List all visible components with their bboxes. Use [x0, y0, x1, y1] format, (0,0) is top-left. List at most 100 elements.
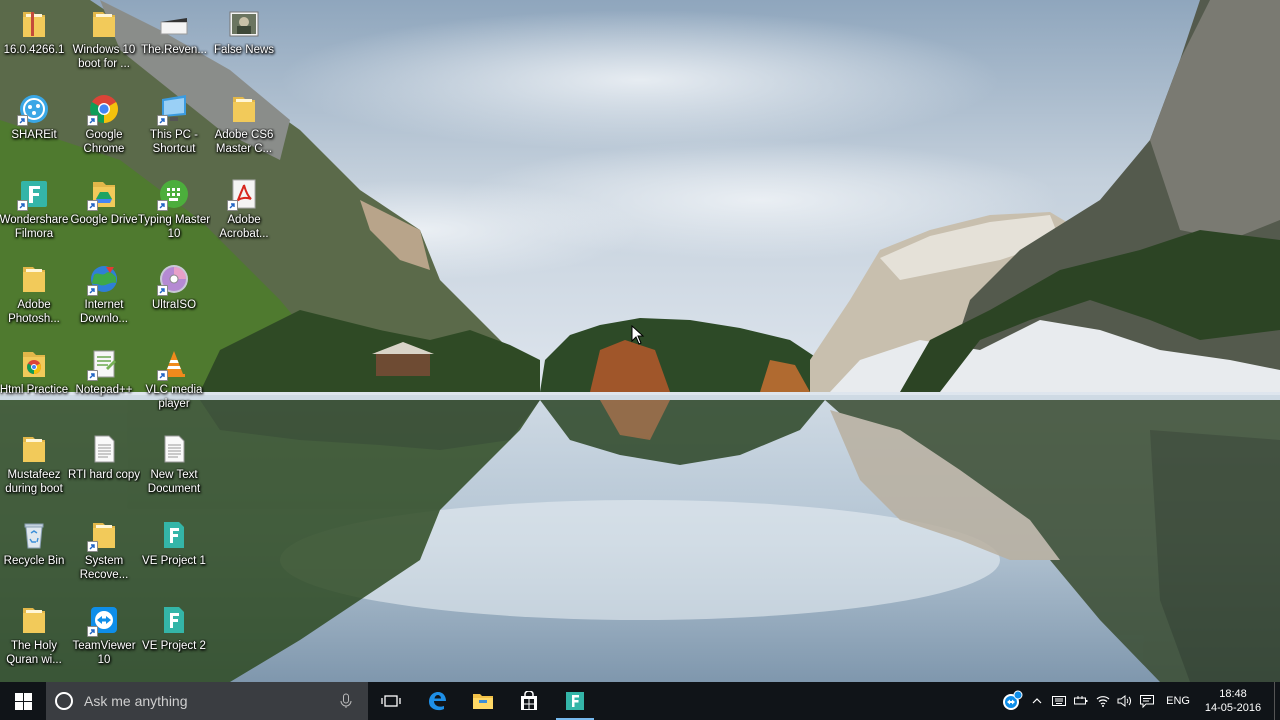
desktop-icon-shareit[interactable]: SHAREit: [0, 90, 69, 166]
action-center-button[interactable]: [1136, 682, 1158, 720]
shortcut-arrow-icon: [87, 626, 98, 637]
store-icon: [521, 691, 537, 710]
desktop-icon-adobe-photoshop[interactable]: Adobe Photosh...: [0, 260, 69, 336]
shortcut-arrow-icon: [87, 541, 98, 552]
desktop-icon-ve-project-1[interactable]: VE Project 1: [139, 516, 209, 592]
recycle-bin-icon: [18, 519, 50, 551]
folder-icon: [88, 8, 120, 40]
desktop-icon-this-pc[interactable]: This PC - Shortcut: [139, 90, 209, 166]
desktop-icon-the-holy-quran[interactable]: The Holy Quran wi...: [0, 601, 69, 677]
desktop-icon-typing-master[interactable]: Typing Master 10: [138, 175, 210, 251]
desktop-icon-ultraiso[interactable]: UltraISO: [139, 260, 209, 336]
shortcut-arrow-icon: [87, 285, 98, 296]
cortana-icon: [55, 692, 73, 710]
desktop-icon-notepad-plus-plus[interactable]: Notepad++: [69, 345, 139, 421]
taskbar: Ask me anything ENG 18:48 14-05-2016: [0, 682, 1280, 720]
desktop-icon-html-practice[interactable]: Html Practice: [0, 345, 69, 421]
folder-icon: [18, 604, 50, 636]
microphone-icon[interactable]: [338, 693, 354, 709]
vlc-cone-icon: [157, 348, 190, 381]
desktop-icon-vlc[interactable]: VLC media player: [139, 345, 209, 421]
task-view-button[interactable]: [368, 682, 414, 720]
desktop-icon-16-0-4266-1[interactable]: 16.0.4266.1: [0, 5, 69, 81]
shortcut-arrow-icon: [157, 370, 168, 381]
mouse-cursor-icon: [631, 324, 645, 345]
chrome-icon: [87, 93, 120, 126]
shareit-icon: [17, 93, 50, 126]
start-button[interactable]: [0, 682, 46, 720]
task-view-icon: [381, 695, 401, 707]
wifi-icon: [1096, 696, 1110, 707]
cortana-search-box[interactable]: Ask me anything: [46, 682, 368, 720]
chevron-up-icon: [1032, 698, 1042, 704]
show-hidden-icons-button[interactable]: [1026, 682, 1048, 720]
shortcut-arrow-icon: [17, 200, 28, 211]
battery-tray-button[interactable]: [1070, 682, 1092, 720]
desktop-icon-false-news[interactable]: False News: [209, 5, 279, 81]
teamviewer-tray-icon: [1003, 690, 1023, 710]
computer-icon: [157, 93, 190, 126]
desktop-icon-internet-download-manager[interactable]: Internet Downlo...: [69, 260, 139, 336]
input-language-indicator[interactable]: ENG: [1158, 695, 1198, 707]
acrobat-icon: [227, 178, 260, 211]
text-document-icon: [88, 433, 120, 465]
notepad-icon: [87, 348, 120, 381]
filmora-icon: [566, 692, 584, 710]
desktop-icon-rti-hard-copy[interactable]: RTI hard copy: [68, 430, 140, 506]
edge-button[interactable]: [414, 682, 460, 720]
desktop-icon-grid: 16.0.4266.1 Windows 10 boot for ... The.…: [0, 0, 280, 682]
idm-globe-icon: [87, 263, 120, 296]
folder-icon: [18, 433, 50, 465]
desktop-icon-new-text-document[interactable]: New Text Document: [139, 430, 209, 506]
folder-icon: [18, 8, 50, 40]
battery-plug-icon: [1074, 696, 1088, 705]
desktop-icon-teamviewer[interactable]: TeamViewer 10: [69, 601, 139, 677]
folder-icon: [228, 93, 260, 125]
desktop-icon-adobe-acrobat[interactable]: Adobe Acrobat...: [209, 175, 279, 251]
teamviewer-tray-button[interactable]: [998, 682, 1026, 720]
filmora-taskbar-button[interactable]: [552, 682, 598, 720]
filmora-project-icon: [158, 604, 190, 636]
desktop-icon-the-revenant[interactable]: The.Reven...: [139, 5, 209, 81]
edge-icon: [429, 692, 446, 711]
desktop-icon-google-chrome[interactable]: Google Chrome: [69, 90, 139, 166]
desktop-icon-recycle-bin[interactable]: Recycle Bin: [0, 516, 69, 592]
shortcut-arrow-icon: [17, 115, 28, 126]
taskbar-clock[interactable]: 18:48 14-05-2016: [1198, 687, 1268, 715]
image-file-icon: [228, 8, 260, 40]
wifi-tray-button[interactable]: [1092, 682, 1114, 720]
shortcut-arrow-icon: [157, 115, 168, 126]
desktop-icon-wondershare-filmora[interactable]: Wondershare Filmora: [0, 175, 69, 251]
clock-date: 14-05-2016: [1204, 702, 1262, 714]
folder-chrome-icon: [18, 348, 50, 380]
text-document-icon: [158, 433, 190, 465]
store-button[interactable]: [506, 682, 552, 720]
file-explorer-button[interactable]: [460, 682, 506, 720]
shortcut-arrow-icon: [87, 115, 98, 126]
keyboard-icon: [1052, 696, 1067, 706]
speaker-icon: [1117, 695, 1132, 707]
desktop-icon-system-recovery[interactable]: System Recove...: [69, 516, 139, 592]
system-tray: ENG 18:48 14-05-2016: [998, 682, 1280, 720]
keyboard-tray-button[interactable]: [1048, 682, 1070, 720]
windows-logo-icon: [14, 692, 32, 710]
shortcut-arrow-icon: [227, 200, 238, 211]
filmora-icon: [17, 178, 50, 211]
video-file-icon: [158, 8, 190, 40]
teamviewer-icon: [87, 604, 120, 637]
volume-tray-button[interactable]: [1114, 682, 1136, 720]
shortcut-arrow-icon: [87, 200, 98, 211]
shortcut-arrow-icon: [87, 370, 98, 381]
desktop-icon-windows-10-boot[interactable]: Windows 10 boot for ...: [69, 5, 139, 81]
desktop-icon-google-drive[interactable]: Google Drive: [69, 175, 139, 251]
show-desktop-button[interactable]: [1274, 682, 1280, 720]
search-placeholder: Ask me anything: [84, 693, 188, 709]
folder-icon: [18, 263, 50, 295]
desktop-icon-ve-project-2[interactable]: VE Project 2: [139, 601, 209, 677]
disc-icon: [157, 263, 190, 296]
shortcut-arrow-icon: [157, 285, 168, 296]
filmora-project-icon: [158, 519, 190, 551]
typing-master-icon: [157, 178, 190, 211]
desktop-icon-mustafeez-during-boot[interactable]: Mustafeez during boot: [0, 430, 69, 506]
desktop-icon-adobe-cs6[interactable]: Adobe CS6 Master C...: [209, 90, 279, 166]
